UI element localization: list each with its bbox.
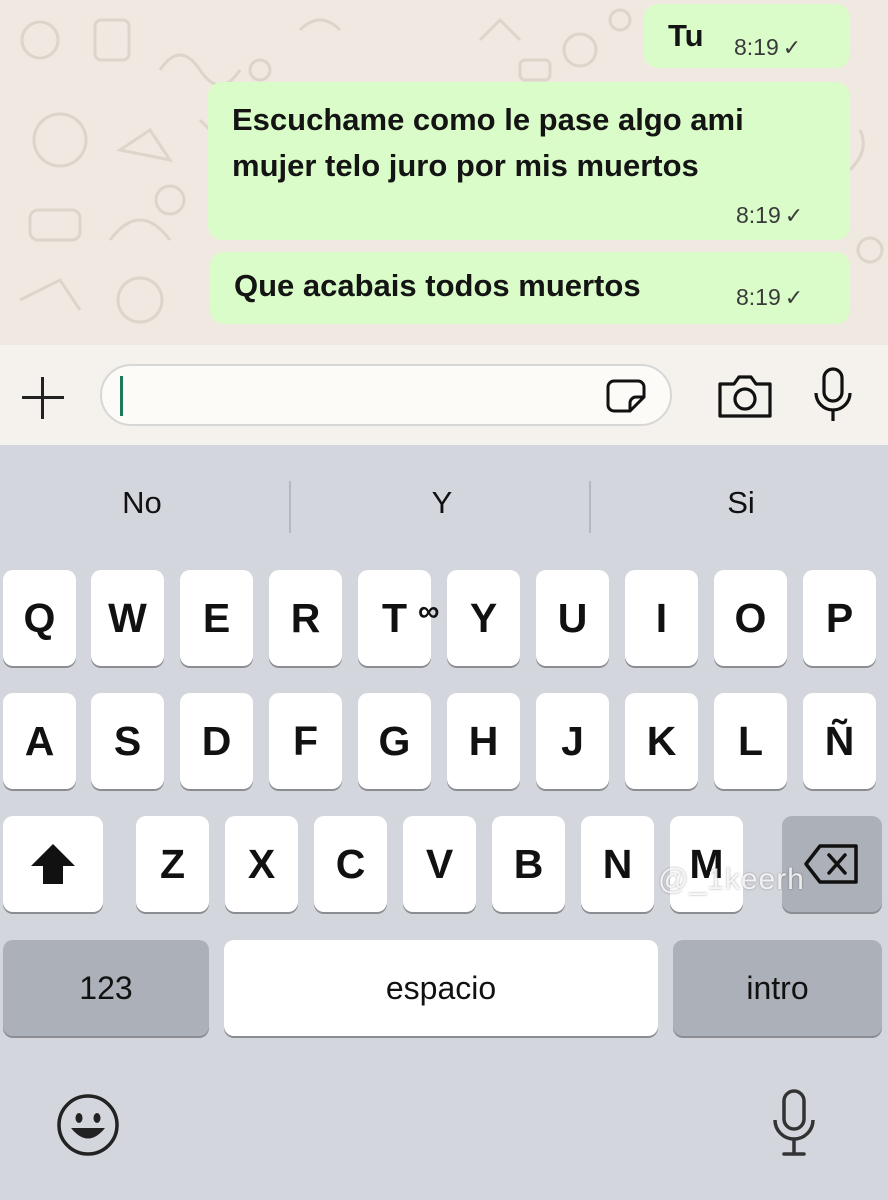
chat-area: Tu 8:19 ✓ Escuchame como le pase algo am…: [0, 0, 888, 345]
suggestion-divider: [589, 481, 591, 533]
key-label: Ñ: [824, 717, 855, 764]
plus-icon[interactable]: [22, 377, 64, 419]
sticker-icon[interactable]: [606, 379, 646, 413]
key-r[interactable]: R: [269, 570, 342, 666]
message-text-line-2: mujer telo juro por mis muertos: [232, 148, 699, 183]
key-label: Y: [469, 594, 498, 641]
message-meta: 8:19 ✓: [734, 34, 801, 61]
message-meta: 8:19 ✓: [736, 284, 803, 311]
key-w[interactable]: W: [91, 570, 164, 666]
camera-icon[interactable]: [716, 374, 774, 418]
key-label: B: [513, 840, 544, 887]
key-label: L: [737, 717, 764, 764]
key-label: espacio: [385, 969, 497, 1006]
key-label: K: [646, 717, 677, 764]
key-k[interactable]: K: [625, 693, 698, 789]
shift-key[interactable]: [3, 816, 103, 912]
message-text: Que acabais todos muertos: [234, 268, 641, 303]
key-l[interactable]: L: [714, 693, 787, 789]
message-time: 8:19: [734, 34, 779, 60]
key-label: F: [292, 717, 319, 764]
key-f[interactable]: F: [269, 693, 342, 789]
key-label: Q: [23, 594, 56, 641]
keyboard: No Y Si Q W E R T Y U I O P ∞ A S D F G …: [0, 445, 888, 1200]
numbers-key[interactable]: 123: [3, 940, 209, 1036]
key-label: intro: [746, 969, 809, 1006]
key-v[interactable]: V: [403, 816, 476, 912]
key-label: I: [655, 594, 668, 641]
key-j[interactable]: J: [536, 693, 609, 789]
key-label: R: [290, 594, 321, 641]
key-h[interactable]: H: [447, 693, 520, 789]
key-label: C: [335, 840, 366, 887]
message-time: 8:19: [736, 284, 781, 310]
key-s[interactable]: S: [91, 693, 164, 789]
key-o[interactable]: O: [714, 570, 787, 666]
infinity-overlay-glyph: ∞: [418, 595, 440, 628]
key-label: P: [825, 594, 854, 641]
message-input-bar: [0, 345, 888, 445]
space-key[interactable]: espacio: [224, 940, 658, 1036]
key-p[interactable]: P: [803, 570, 876, 666]
backspace-icon: [804, 844, 858, 884]
text-caret: [120, 376, 123, 416]
key-enye[interactable]: Ñ: [803, 693, 876, 789]
key-label: T: [381, 594, 408, 641]
key-label: D: [201, 717, 232, 764]
key-label: X: [247, 840, 276, 887]
key-e[interactable]: E: [180, 570, 253, 666]
key-label: V: [425, 840, 454, 887]
key-label: J: [561, 717, 584, 764]
key-label: S: [113, 717, 142, 764]
message-meta: 8:19 ✓: [736, 202, 803, 229]
key-u[interactable]: U: [536, 570, 609, 666]
key-x[interactable]: X: [225, 816, 298, 912]
emoji-icon[interactable]: [56, 1093, 120, 1157]
sent-check-icon: ✓: [782, 34, 802, 60]
key-label: 123: [79, 969, 133, 1006]
suggestion-divider: [289, 481, 291, 533]
key-g[interactable]: G: [358, 693, 431, 789]
shift-arrow-icon: [31, 844, 75, 884]
key-n[interactable]: N: [581, 816, 654, 912]
key-label: H: [468, 717, 499, 764]
key-label: Z: [159, 840, 186, 887]
return-key[interactable]: intro: [673, 940, 882, 1036]
key-label: A: [24, 717, 55, 764]
message-bubble-1[interactable]: Tu 8:19 ✓: [644, 4, 850, 68]
key-c[interactable]: C: [314, 816, 387, 912]
sent-check-icon: ✓: [784, 202, 804, 228]
sent-check-icon: ✓: [784, 284, 804, 310]
key-q[interactable]: Q: [3, 570, 76, 666]
message-text-line-1: Escuchame como le pase algo ami: [232, 102, 744, 137]
key-b[interactable]: B: [492, 816, 565, 912]
suggestion-y[interactable]: Y: [342, 485, 542, 521]
key-z[interactable]: Z: [136, 816, 209, 912]
key-y[interactable]: Y: [447, 570, 520, 666]
suggestion-no[interactable]: No: [42, 485, 242, 521]
dictation-microphone-icon[interactable]: [770, 1089, 818, 1157]
message-bubble-3[interactable]: Que acabais todos muertos 8:19 ✓: [210, 252, 850, 324]
watermark: @_1keerh: [658, 863, 805, 896]
key-label: U: [557, 594, 588, 641]
key-label: N: [602, 840, 633, 887]
key-label: W: [108, 594, 147, 641]
key-label: O: [734, 594, 767, 641]
message-bubble-2[interactable]: Escuchame como le pase algo ami mujer te…: [208, 82, 850, 240]
key-label: G: [378, 717, 411, 764]
suggestion-si[interactable]: Si: [641, 485, 841, 521]
key-d[interactable]: D: [180, 693, 253, 789]
message-input[interactable]: [100, 364, 672, 426]
message-time: 8:19: [736, 202, 781, 228]
key-i[interactable]: I: [625, 570, 698, 666]
key-label: E: [202, 594, 231, 641]
microphone-icon[interactable]: [812, 367, 854, 423]
key-a[interactable]: A: [3, 693, 76, 789]
message-text: Tu: [668, 18, 704, 53]
